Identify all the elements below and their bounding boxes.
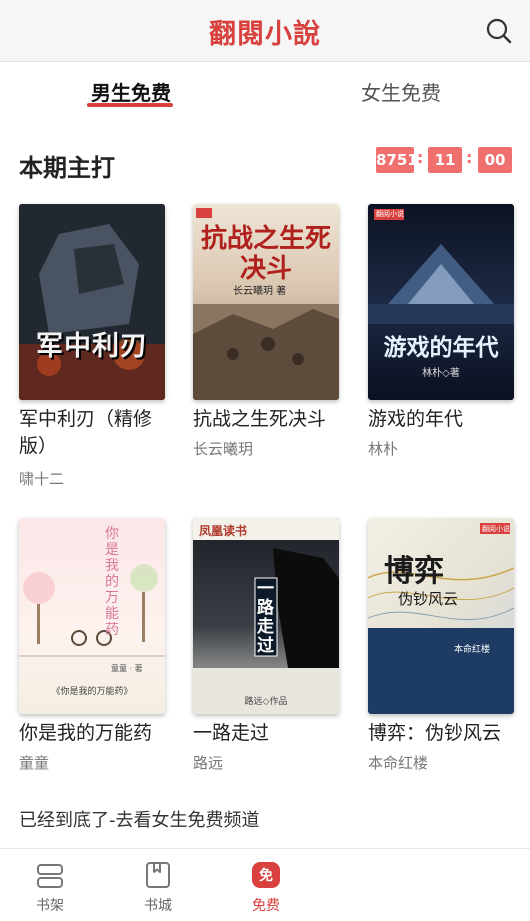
countdown-separator: :: [417, 148, 424, 167]
countdown-timer: 8751 : 11 : 00: [376, 147, 512, 173]
bottom-tab-bar: 书架 书城 免 免费: [0, 848, 530, 921]
book-author: 长云曦玥: [193, 440, 254, 458]
book-author: 啸十二: [19, 470, 65, 488]
cover-author: 长云曦玥 著: [233, 286, 287, 297]
cover-brand: 凤凰读书: [199, 524, 248, 538]
search-button[interactable]: [484, 16, 514, 46]
book-title[interactable]: 抗战之生死决斗: [193, 406, 349, 433]
free-icon-glyph: 免: [259, 868, 273, 884]
cover-brand: 翻阅小说: [482, 525, 510, 533]
book-cover[interactable]: 凤凰读书 一路走过 路远◇作品: [193, 518, 339, 714]
cover-title: 一路走过: [257, 579, 274, 656]
cover-title: 游戏的年代: [383, 334, 499, 361]
countdown-seconds: 00: [478, 147, 512, 173]
section-title: 本期主打: [19, 154, 115, 182]
cover-author: 路远◇作品: [244, 697, 288, 707]
countdown-hours: 8751: [376, 147, 418, 173]
cover-subtitle: 伪钞风云: [398, 590, 459, 608]
book-cover[interactable]: 翻阅小说 游戏的年代 林朴◇著: [368, 204, 514, 400]
cover-author: 本命红楼: [454, 645, 491, 655]
cover-subtitle: 《你是我的万能药》: [51, 687, 133, 697]
cover-author: 林朴◇著: [422, 368, 460, 379]
cover-title: 抗战之生死决斗: [201, 224, 332, 284]
book-cover[interactable]: 军中利刃: [19, 204, 165, 400]
cover-title: 你是我的万能药: [105, 526, 119, 638]
book-title[interactable]: 一路走过: [193, 720, 349, 747]
book-title[interactable]: 游戏的年代: [368, 406, 524, 433]
search-icon: [486, 18, 512, 44]
app-header: 翻閱小說: [0, 0, 530, 62]
tab-free[interactable]: 免 免费: [226, 849, 306, 921]
bookstore-icon: [146, 862, 170, 888]
cover-author: 童童 · 著: [111, 664, 143, 673]
tab-female-free[interactable]: 女生免费: [361, 77, 441, 106]
tab-bookshelf[interactable]: 书架: [10, 849, 90, 921]
app-title: 翻閱小說: [209, 19, 321, 50]
active-tab-indicator: [87, 103, 173, 107]
tab-bookstore[interactable]: 书城: [118, 849, 198, 921]
cover-title: 军中利刃: [36, 331, 148, 362]
book-title[interactable]: 你是我的万能药: [19, 720, 175, 747]
book-author: 童童: [19, 754, 50, 772]
book-cover[interactable]: 翻阅小说 博弈 伪钞风云 本命红楼: [368, 518, 514, 714]
cover-title: 博弈: [384, 554, 444, 589]
cover-brand: 翻阅小说: [376, 210, 404, 218]
tab-male-free[interactable]: 男生免费: [91, 77, 171, 106]
end-of-list-link[interactable]: 已经到底了-去看女生免费频道: [19, 806, 260, 832]
countdown-minutes: 11: [428, 147, 462, 173]
free-icon: 免: [252, 862, 280, 888]
bookshelf-icon: [37, 864, 63, 888]
soldier-illustration: [19, 204, 165, 400]
tab-bookshelf-label: 书架: [36, 898, 64, 914]
book-author: 本命红楼: [368, 754, 429, 772]
book-cover[interactable]: 抗战之生死决斗 长云曦玥 著: [193, 204, 339, 400]
book-title[interactable]: 军中利刃（精修版）: [19, 406, 175, 460]
tab-free-label: 免费: [252, 898, 280, 914]
book-title[interactable]: 博弈：伪钞风云: [368, 720, 524, 747]
tab-bookstore-label: 书城: [144, 898, 172, 914]
book-author: 林朴: [368, 440, 399, 458]
channel-tabs: 男生免费 女生免费: [0, 61, 530, 119]
countdown-separator: :: [466, 148, 473, 167]
book-cover[interactable]: 童童 · 著 《你是我的万能药》 你是我的万能药: [19, 518, 165, 714]
book-author: 路远: [193, 754, 224, 772]
